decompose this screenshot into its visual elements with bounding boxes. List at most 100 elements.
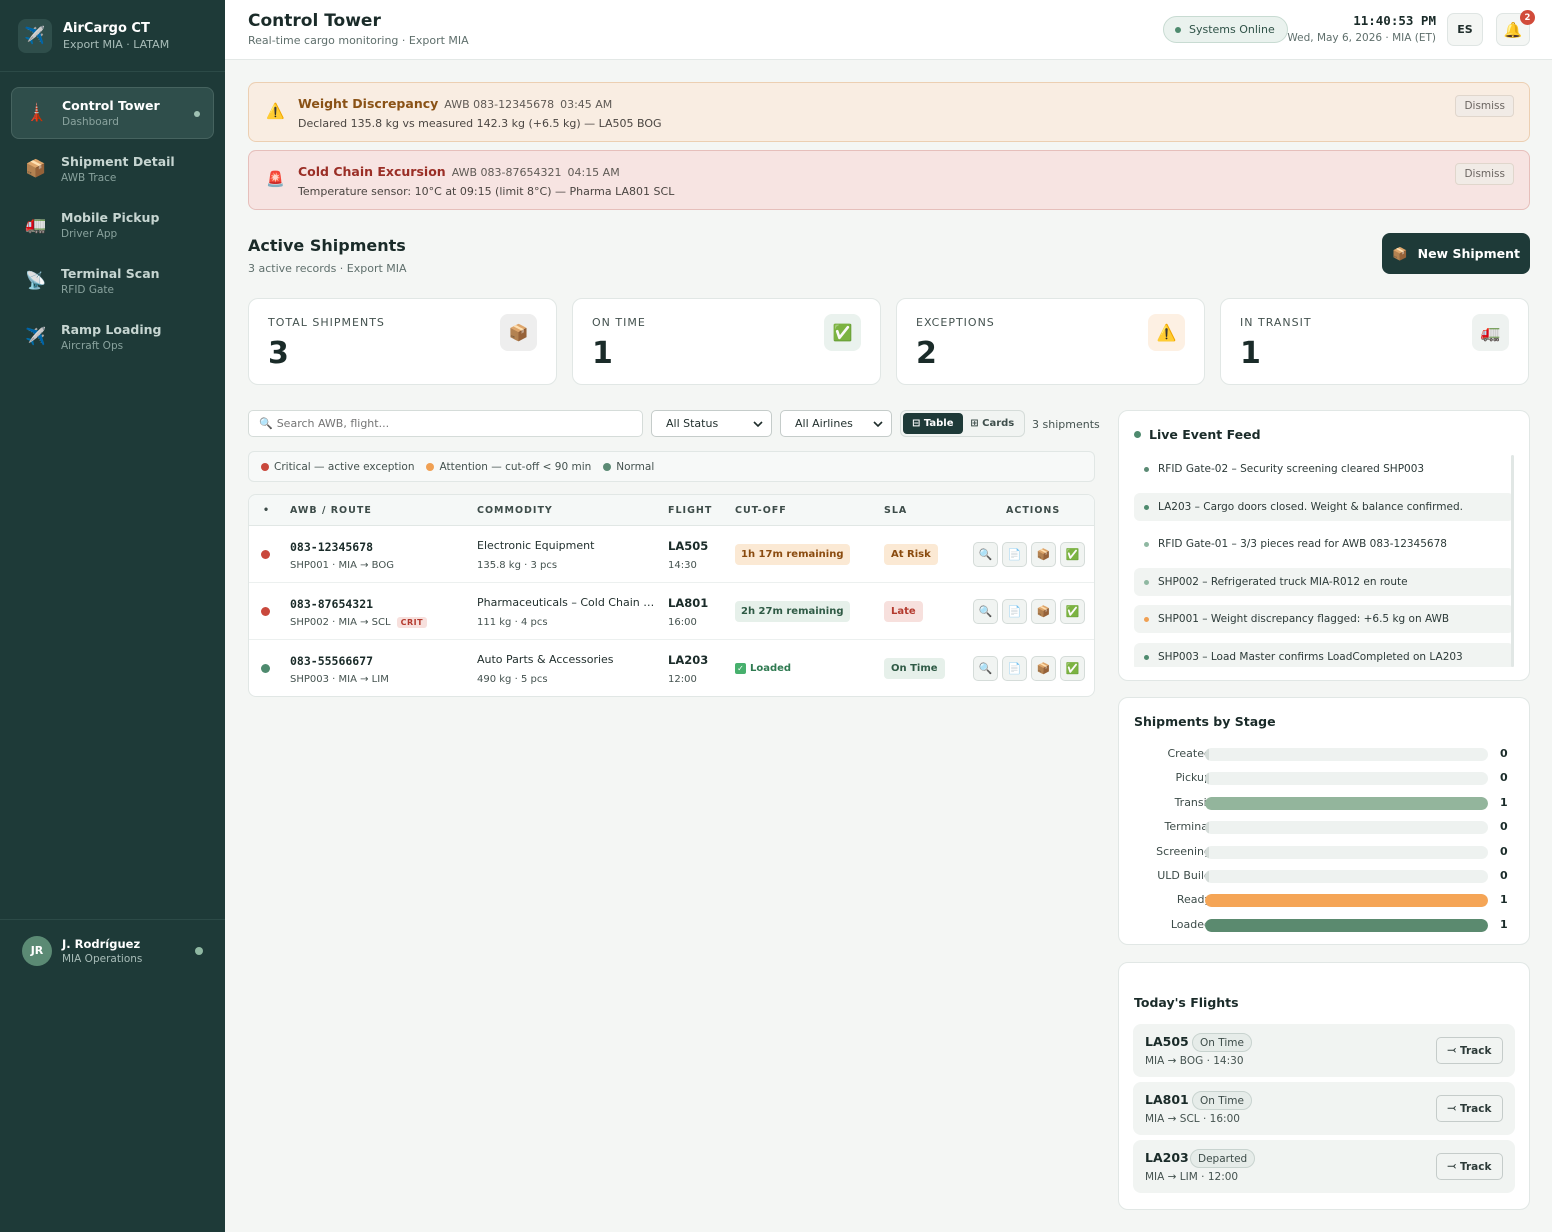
package-action-button[interactable]: 📦 (1031, 599, 1056, 624)
stage-bar-fill (1205, 894, 1488, 908)
awb-number: 083-55566677 (290, 654, 374, 668)
stage-bar-fill (1205, 796, 1488, 810)
dismiss-button[interactable]: Dismiss (1455, 95, 1514, 117)
awb-number: 083-87654321 (290, 597, 374, 611)
clock-date: Wed, May 6, 2026 · MIA (ET) (1287, 32, 1436, 44)
view-action-button[interactable]: 🔍 (973, 542, 998, 567)
stage-row-screening: Screening 0 (1119, 845, 1531, 859)
confirm-action-button[interactable]: ✅ (1060, 599, 1085, 624)
feed-item: LA203 – Cargo doors closed. Weight & bal… (1134, 492, 1514, 521)
table-row[interactable]: 083-12345678 SHP001 · MIA → BOG Electronic… (249, 526, 1094, 583)
package-action-button[interactable]: 📦 (1031, 542, 1056, 567)
commodity: Auto Parts & Accessories (477, 653, 614, 666)
kpi-value: 3 (268, 336, 289, 371)
track-button[interactable]: ⤙ Track (1436, 1037, 1503, 1064)
table-row[interactable]: 083-87654321 SHP002 · MIA → SCL CRIT Pharma… (249, 583, 1094, 640)
alert-title: Cold Chain Excursion AWB 083-87654321 04:1… (298, 164, 620, 179)
new-shipment-button[interactable]: 📦 New Shipment (1382, 233, 1530, 274)
status-legend: Critical — active exception Attention — c… (248, 451, 1095, 482)
document-action-button[interactable]: 📄 (1002, 656, 1027, 681)
commodity: Pharmaceuticals – Cold Chain 2-8°C (477, 596, 657, 609)
top-header: Control Tower Real-time cargo monitoring… (225, 0, 1552, 60)
stage-row-loaded: Loaded 1 (1119, 918, 1531, 932)
sidebar-item-sublabel: Dashboard (62, 116, 119, 128)
kpi-value: 1 (1240, 336, 1261, 371)
stage-row-terminal: Terminal 0 (1119, 820, 1531, 835)
row-status-dot (261, 607, 270, 616)
column-header-actions: ACTIONS (1006, 505, 1061, 516)
feed-item-text: RFID Gate-01 – 3/3 pieces read for AWB 0… (1158, 538, 1447, 550)
cutoff-badge: 2h 27m remaining (735, 601, 850, 622)
airline-filter-value: All Airlines (795, 417, 853, 430)
feed-dot-icon (1144, 617, 1149, 622)
status-filter-value: All Status (666, 417, 719, 430)
table-view-button[interactable]: ⊟ Table (903, 413, 963, 434)
language-button[interactable]: ES (1447, 13, 1483, 46)
package-action-button[interactable]: 📦 (1031, 656, 1056, 681)
weight-pieces: 135.8 kg · 3 pcs (477, 560, 558, 571)
sidebar-item-sublabel: Driver App (61, 228, 118, 240)
airline-filter-select[interactable]: All Airlines (780, 410, 892, 437)
feed-item-text: SHP002 – Refrigerated truck MIA-R012 en … (1158, 575, 1408, 588)
sidebar-item-ramp-loading[interactable]: ✈️ Ramp Loading Aircraft Ops (11, 311, 214, 363)
stage-count: 1 (1500, 795, 1508, 809)
user-profile[interactable]: JR J. Rodríguez MIA Operations (0, 919, 225, 981)
legend-item: Normal (603, 461, 654, 473)
route-text: SHP002 · MIA → SCL (290, 617, 391, 628)
page-title: Control Tower (248, 11, 381, 31)
column-header-awb: AWB / ROUTE (290, 505, 372, 516)
confirm-action-button[interactable]: ✅ (1060, 656, 1085, 681)
flight-time: 16:00 (668, 617, 697, 628)
sidebar-item-control-tower[interactable]: 🗼 Control Tower Dashboard (11, 87, 214, 139)
chevron-down-icon (873, 420, 883, 427)
search-box[interactable]: 🔍 (248, 410, 643, 437)
legend-item: Attention — cut-off < 90 min (426, 461, 591, 473)
row-status-dot (261, 664, 270, 673)
dismiss-button[interactable]: Dismiss (1455, 163, 1514, 185)
status-filter-select[interactable]: All Status (651, 410, 772, 437)
user-name: J. Rodríguez (62, 936, 141, 951)
table-row[interactable]: 083-55566677 SHP003 · MIA → LIM Auto Parts… (249, 640, 1094, 696)
sla-badge: Late (884, 601, 923, 622)
document-action-button[interactable]: 📄 (1002, 542, 1027, 567)
truck-icon: 🚛 (1472, 314, 1509, 351)
track-button[interactable]: ⤙ Track (1436, 1153, 1503, 1180)
avatar: JR (22, 935, 52, 966)
row-status-dot (261, 550, 270, 559)
column-header-sla: SLA (884, 505, 908, 516)
in-transit-kpi-card: IN TRANSIT 1 🚛 (1220, 298, 1529, 385)
feed-scrollbar[interactable] (1511, 455, 1514, 667)
view-action-button[interactable]: 🔍 (973, 599, 998, 624)
stage-count: 0 (1500, 844, 1508, 858)
stage-row-ready: Ready 1 (1119, 893, 1531, 908)
search-input[interactable] (276, 417, 617, 430)
flight-route: MIA → BOG · 14:30 (1145, 1055, 1244, 1067)
document-action-button[interactable]: 📄 (1002, 599, 1027, 624)
confirm-action-button[interactable]: ✅ (1060, 542, 1085, 567)
feed-title-label: Live Event Feed (1149, 427, 1261, 442)
sidebar-item-sublabel: AWB Trace (61, 172, 117, 184)
feed-dot-icon (1144, 467, 1149, 472)
systems-status-label: Systems Online (1189, 23, 1275, 36)
sidebar-item-terminal-scan[interactable]: 📡 Terminal Scan RFID Gate (11, 255, 214, 307)
stage-bar-fill (1205, 845, 1209, 859)
row-actions: 🔍 📄 📦 ✅ (973, 656, 1085, 681)
flight-status-badge: Departed (1190, 1149, 1256, 1168)
stage-count: 0 (1500, 771, 1508, 785)
notifications-button[interactable]: 🔔 2 (1496, 10, 1535, 46)
warning-icon: ⚠️ (1148, 314, 1185, 351)
sidebar-item-mobile-pickup[interactable]: 🚛 Mobile Pickup Driver App (11, 199, 214, 251)
view-action-button[interactable]: 🔍 (973, 656, 998, 681)
sidebar-item-shipment-detail[interactable]: 📦 Shipment Detail AWB Trace (11, 143, 214, 195)
stage-title: Shipments by Stage (1134, 714, 1276, 729)
feed-item-text: SHP001 – Weight discrepancy flagged: +6.… (1158, 613, 1450, 625)
stage-row-uld-build: ULD Build 0 (1119, 869, 1531, 883)
column-header-status: • (263, 505, 271, 516)
stage-bar-track (1205, 870, 1488, 883)
track-button[interactable]: ⤙ Track (1436, 1095, 1503, 1122)
nav-icon: 📡 (25, 271, 47, 291)
stage-label: Screening (1156, 844, 1211, 858)
cards-view-button[interactable]: ⊞ Cards (963, 413, 1023, 434)
stage-row-created: Created 0 (1119, 747, 1531, 761)
legend-dot-icon (261, 462, 269, 471)
